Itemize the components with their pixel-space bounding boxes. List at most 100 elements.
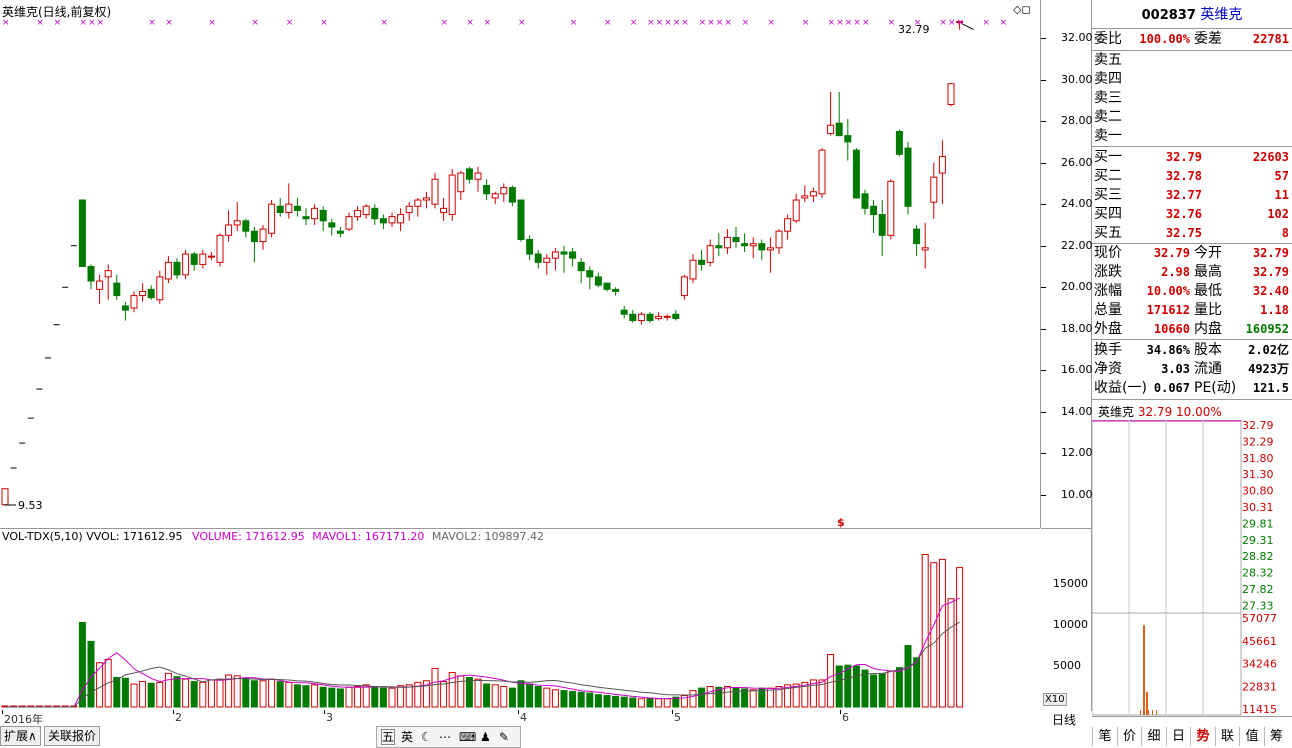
- right-tab[interactable]: 日: [1165, 727, 1191, 746]
- volume-unit-label: X10: [1043, 693, 1067, 706]
- order-volume: 57: [1274, 169, 1289, 183]
- volume-bar: [345, 686, 353, 708]
- signal-marker: ×: [570, 18, 578, 28]
- period-label[interactable]: 日线: [1052, 711, 1076, 728]
- volume-bar: [216, 678, 224, 708]
- order-level-label: 卖一: [1094, 128, 1122, 144]
- signal-marker: ×: [286, 18, 294, 28]
- stat-label: 涨幅: [1094, 283, 1122, 299]
- candle: [586, 266, 594, 290]
- volume-bar: [173, 676, 181, 708]
- signal-marker: ×: [380, 18, 388, 28]
- candle: [207, 251, 215, 261]
- tab-expand[interactable]: 扩展∧: [0, 726, 41, 746]
- stat-label: 流通: [1194, 361, 1222, 377]
- volume-chart[interactable]: VOL-TDX(5,10) VVOL: 171612.95 VOLUME: 17…: [0, 516, 1040, 711]
- volume-bar: [233, 675, 241, 708]
- candle: [173, 258, 181, 279]
- candle: [835, 92, 843, 137]
- dots-icon[interactable]: ⋯: [439, 727, 451, 747]
- mini-price-label: 31.80: [1242, 452, 1274, 465]
- candle: [491, 191, 499, 205]
- candle: [104, 264, 112, 300]
- mini-volume-label: 22831: [1242, 680, 1277, 693]
- right-tab[interactable]: 价: [1116, 727, 1142, 746]
- person-icon[interactable]: ♟: [480, 727, 491, 747]
- volume-svg: [1, 553, 964, 708]
- candle: [311, 204, 319, 225]
- time-tick-label: 5: [674, 711, 681, 724]
- order-price: 32.77: [1165, 188, 1202, 202]
- price-tick-label: 32.00: [1061, 31, 1093, 44]
- right-tab[interactable]: 值: [1239, 727, 1264, 746]
- candle: [121, 301, 129, 321]
- signal-marker: ×: [441, 18, 449, 28]
- candle: [285, 183, 293, 219]
- volume-bar: [706, 686, 714, 708]
- candle: [1, 488, 9, 506]
- right-tab[interactable]: 细: [1141, 727, 1166, 746]
- tab-related-quotes[interactable]: 关联报价: [44, 726, 101, 746]
- signal-marker: ×: [707, 18, 715, 28]
- volume-bar: [242, 677, 250, 708]
- buy-row: 买二 32.78 57: [1092, 167, 1292, 186]
- weicha-value: 22781: [1252, 32, 1289, 46]
- toolbar-wu-icon[interactable]: 五: [381, 729, 396, 745]
- candle: [431, 173, 439, 209]
- signal-marker: ×: [484, 18, 492, 28]
- right-tab[interactable]: 筹: [1263, 727, 1289, 746]
- candle: [663, 314, 671, 321]
- volume-bar: [250, 680, 258, 708]
- order-price: 32.78: [1165, 169, 1202, 183]
- moon-icon[interactable]: ☾: [421, 727, 432, 747]
- candle: [87, 264, 95, 290]
- candle: [603, 282, 611, 292]
- buy-row: 买四 32.76 102: [1092, 205, 1292, 224]
- volume-bar: [517, 680, 525, 708]
- signal-marker: ×: [828, 18, 836, 28]
- stat-row: 涨幅 10.00% 最低 32.40: [1092, 282, 1292, 301]
- right-tab[interactable]: 势: [1190, 727, 1215, 746]
- right-tab[interactable]: 联: [1214, 727, 1240, 746]
- mini-price-label: 32.29: [1242, 435, 1274, 448]
- stat-value: 171612: [1146, 303, 1190, 317]
- candle: [328, 218, 336, 236]
- volume-bar: [96, 662, 104, 708]
- stock-name[interactable]: 英维克: [1200, 7, 1242, 23]
- mini-price-label: 27.33: [1242, 599, 1274, 612]
- volume-bar: [285, 681, 293, 708]
- signal-marker: ×: [802, 18, 810, 28]
- volume-bar: [620, 696, 628, 708]
- volume-bar: [397, 685, 405, 708]
- kline-chart[interactable]: 英维克(日线,前复权) ◇◻ × × × × × × × × × × × × × × × × × × × × × × × × ×…: [0, 0, 1041, 528]
- candle: [930, 162, 938, 219]
- toolbar-ying-icon[interactable]: 英: [401, 727, 413, 747]
- stat-row: 换手 34.86% 股本 2.02亿: [1092, 341, 1292, 360]
- keyboard-icon[interactable]: ⌨: [459, 727, 476, 747]
- mini-name: 英维克: [1098, 405, 1135, 419]
- signal-marker: ×: [148, 18, 156, 28]
- weibi-row: 委比 100.00% 委差 22781: [1092, 30, 1292, 49]
- candle: [741, 233, 749, 252]
- signal-marker: ×: [767, 18, 775, 28]
- stat-label: 内盘: [1194, 321, 1222, 337]
- wrench-icon[interactable]: ✎: [499, 727, 509, 747]
- volume-bar: [336, 688, 344, 708]
- signal-marker: ×: [656, 18, 664, 28]
- right-tab[interactable]: 笔: [1092, 727, 1117, 746]
- order-price: 32.75: [1165, 226, 1202, 240]
- candle: [534, 249, 542, 269]
- candle: [448, 168, 456, 221]
- candle: [388, 212, 396, 228]
- order-level-label: 卖四: [1094, 71, 1122, 87]
- intraday-mini-chart[interactable]: 32.79 32.29 31.80 31.30 30.80 30.31 29.81 29.31…: [1092, 420, 1292, 720]
- mini-chart-header: 英维克 32.79 10.00%: [1098, 403, 1222, 420]
- volume-bar: [302, 685, 310, 708]
- stat-label: 总量: [1094, 302, 1122, 318]
- signal-marker: ×: [79, 18, 87, 28]
- volume-bar: [637, 698, 645, 708]
- volume-bar: [311, 684, 319, 708]
- candle: [878, 200, 886, 257]
- volume-bar: [207, 679, 215, 708]
- signal-marker: ×: [742, 18, 750, 28]
